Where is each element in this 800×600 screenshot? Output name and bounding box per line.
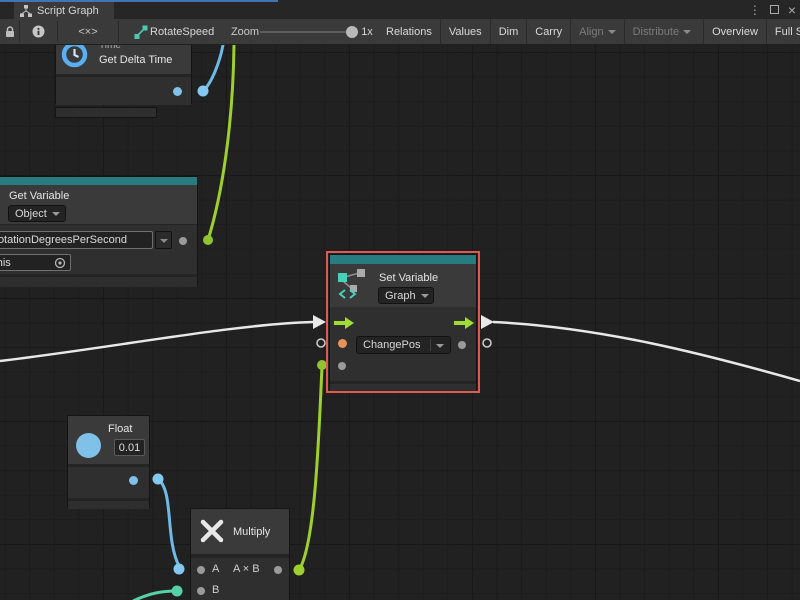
wire-control-in[interactable] (0, 322, 313, 361)
zoom-label: Zoom (231, 26, 259, 38)
chevron-down-icon (421, 294, 429, 298)
node-multiply[interactable]: Multiply A A × B B (190, 508, 290, 600)
variable-scope-dropdown[interactable]: Graph (378, 287, 434, 304)
node-category: Time (99, 45, 121, 51)
chevron-down-icon (683, 30, 691, 34)
node-title: Set Variable (379, 272, 438, 284)
insert-node-icon: <×> (78, 26, 97, 38)
port-value-out[interactable] (458, 341, 466, 349)
values-button[interactable]: Values (440, 19, 490, 44)
port-float-out[interactable] (129, 476, 138, 485)
wire-arrow-out (481, 315, 494, 329)
lock-button[interactable] (0, 19, 19, 44)
wire-end-rotation-speed[interactable] (203, 235, 213, 245)
port-a-in[interactable] (197, 566, 205, 574)
wire-arrow-in (313, 315, 326, 329)
align-button[interactable]: Align (570, 19, 623, 44)
port-delta-time-out[interactable] (173, 87, 182, 96)
wire-end-float-out[interactable] (153, 474, 164, 485)
variable-teal-bar (0, 177, 197, 185)
graph-canvas[interactable]: Time Get Delta Time Get Variable Object … (0, 45, 800, 600)
carry-button[interactable]: Carry (526, 19, 570, 44)
info-icon (32, 25, 45, 38)
zoom-slider-track[interactable] (260, 31, 353, 33)
wire-blue-float-to-multiply[interactable] (158, 479, 179, 566)
zoom-slider-handle[interactable] (346, 26, 358, 38)
tab-script-graph[interactable]: Script Graph (14, 2, 114, 19)
chevron-down-icon (52, 212, 60, 216)
port-a-label: A (212, 563, 219, 575)
float-icon (76, 433, 101, 458)
variable-scope-dropdown[interactable]: Object (8, 205, 66, 222)
distribute-button[interactable]: Distribute (624, 19, 699, 44)
node-get-variable[interactable]: Get Variable Object RotationDegreesPerSe… (0, 176, 198, 286)
node-float[interactable]: Float 0.01 (67, 415, 150, 508)
wire-end-multiply-a[interactable] (174, 564, 185, 575)
port-fallback-in[interactable] (338, 362, 346, 370)
wire-end-multiply-result[interactable] (294, 565, 305, 576)
macro-name[interactable]: RotateSpeed (150, 19, 206, 44)
wire-control-out[interactable] (493, 322, 800, 381)
variable-name-dropdown[interactable]: ChangePos (356, 336, 451, 354)
port-value-in[interactable] (338, 339, 347, 348)
object-picker-icon[interactable] (54, 257, 66, 269)
float-value-field[interactable]: 0.01 (114, 439, 145, 456)
overview-button[interactable]: Overview (703, 19, 766, 44)
node-title: Get Delta Time (99, 54, 172, 66)
wire-end-delta-time[interactable] (198, 86, 209, 97)
chevron-down-icon (608, 30, 616, 34)
zoom-label-cell: Zoom (230, 19, 260, 44)
variable-name-field[interactable]: RotationDegreesPerSecond (0, 231, 153, 249)
toolbar-buttons: Relations Values Dim Carry Align Distrib… (378, 19, 800, 44)
window-menu-icon[interactable]: ⋮ (749, 4, 761, 16)
port-variable-value-out[interactable] (179, 237, 187, 245)
node-title: Get Variable (9, 190, 69, 202)
insert-node-button[interactable]: <×> (58, 19, 118, 44)
port-result-label: A × B (233, 563, 260, 575)
chevron-down-icon (436, 344, 444, 348)
node-set-variable[interactable]: Set Variable Graph ChangePos (329, 254, 477, 390)
window-close-icon[interactable]: × (788, 3, 796, 17)
wire-mint-to-multiply-b[interactable] (133, 591, 177, 600)
tab-label: Script Graph (37, 5, 99, 17)
zoom-value: 1x (361, 26, 373, 38)
port-b-in[interactable] (197, 587, 205, 595)
window-maximize-icon[interactable] (770, 5, 779, 14)
port-result-out[interactable] (274, 566, 282, 574)
info-button[interactable] (20, 19, 57, 44)
node-title: Multiply (233, 526, 270, 538)
graph-toolbar: <×> RotateSpeed Zoom 1x Relations Values… (0, 19, 800, 45)
variable-name-dropdown-button[interactable] (155, 231, 172, 249)
script-graph-window: Script Graph ⋮ × <×> (0, 0, 800, 600)
tab-bar: Script Graph ⋮ × (0, 0, 800, 19)
node-get-delta-time[interactable]: Time Get Delta Time (55, 45, 192, 104)
flow-in-arrow[interactable] (334, 316, 355, 330)
wire-green-rotation-speed[interactable] (208, 45, 234, 240)
dim-button[interactable]: Dim (490, 19, 527, 44)
wire-blue-delta-time[interactable] (203, 45, 223, 91)
node-get-delta-time-footer (55, 107, 157, 118)
flow-out-arrow[interactable] (454, 316, 475, 330)
macro-icon-cell (133, 19, 149, 44)
lock-icon (5, 26, 15, 38)
fullscreen-button[interactable]: Full Screen (766, 19, 800, 44)
macro-graph-icon (134, 25, 148, 39)
wire-end-multiply-b[interactable] (172, 586, 183, 597)
port-circle-left[interactable] (317, 339, 325, 347)
node-title: Float (108, 423, 132, 435)
port-circle-right[interactable] (483, 339, 491, 347)
wire-green-multiply-to-setvar[interactable] (299, 367, 322, 570)
graph-icon (20, 5, 32, 17)
variable-target-field[interactable]: This (0, 254, 71, 271)
variable-teal-bar (330, 255, 476, 264)
port-b-label: B (212, 584, 219, 596)
set-variable-icon (336, 268, 370, 300)
relations-button[interactable]: Relations (378, 19, 440, 44)
time-clock-icon (61, 45, 88, 68)
multiply-icon (199, 518, 225, 544)
zoom-value-cell: 1x (358, 19, 376, 44)
chevron-down-icon (160, 239, 168, 243)
wire-end-setvar-value[interactable] (317, 360, 327, 370)
